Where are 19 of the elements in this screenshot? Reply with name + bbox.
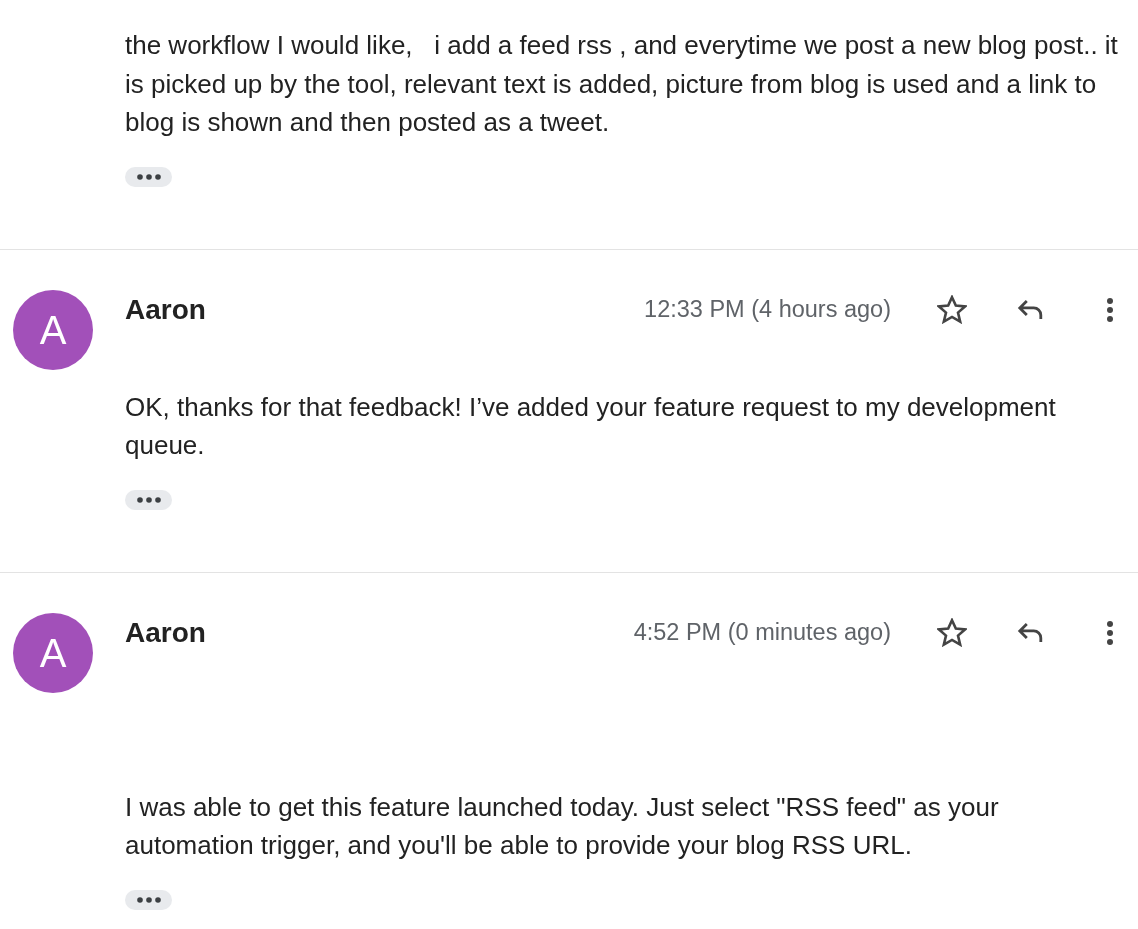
avatar-circle: A: [13, 289, 93, 370]
message-time: 4:52 PM (0 minutes ago): [633, 617, 891, 647]
ellipsis-icon: [136, 173, 161, 180]
show-trimmed-content-button[interactable]: [125, 489, 172, 510]
show-trimmed-content-button[interactable]: [125, 889, 172, 910]
reply-arrow-icon: [1017, 621, 1045, 644]
ellipsis-icon: [136, 896, 161, 903]
ellipsis-icon: [136, 496, 161, 503]
show-trimmed-content-button[interactable]: [125, 166, 172, 187]
avatar-circle: A: [13, 612, 93, 693]
more-vertical-icon: [1106, 296, 1114, 323]
sender-name: Aaron: [125, 292, 207, 327]
message-time: 12:33 PM (4 hours ago): [644, 294, 891, 324]
reply-arrow-icon: [1017, 298, 1045, 321]
sender-name: Aaron: [125, 615, 207, 650]
message-text: I was able to get this feature launched today. Just select "RSS feed" as your automation trigger, and you'll be able to provide your blog RSS URL.: [125, 790, 1000, 862]
message-text: the workflow I would like, i add a feed rss , and everytime we post a new blog post.. it is picked up by the tool, relevant text is added, picture from blog is used and a link to blog is shown and then posted as a tweet.: [125, 29, 1119, 139]
message-text: OK, thanks for that feedback! I’ve added your feature request to my development queue.: [125, 390, 1057, 462]
more-vertical-icon: [1106, 619, 1114, 646]
